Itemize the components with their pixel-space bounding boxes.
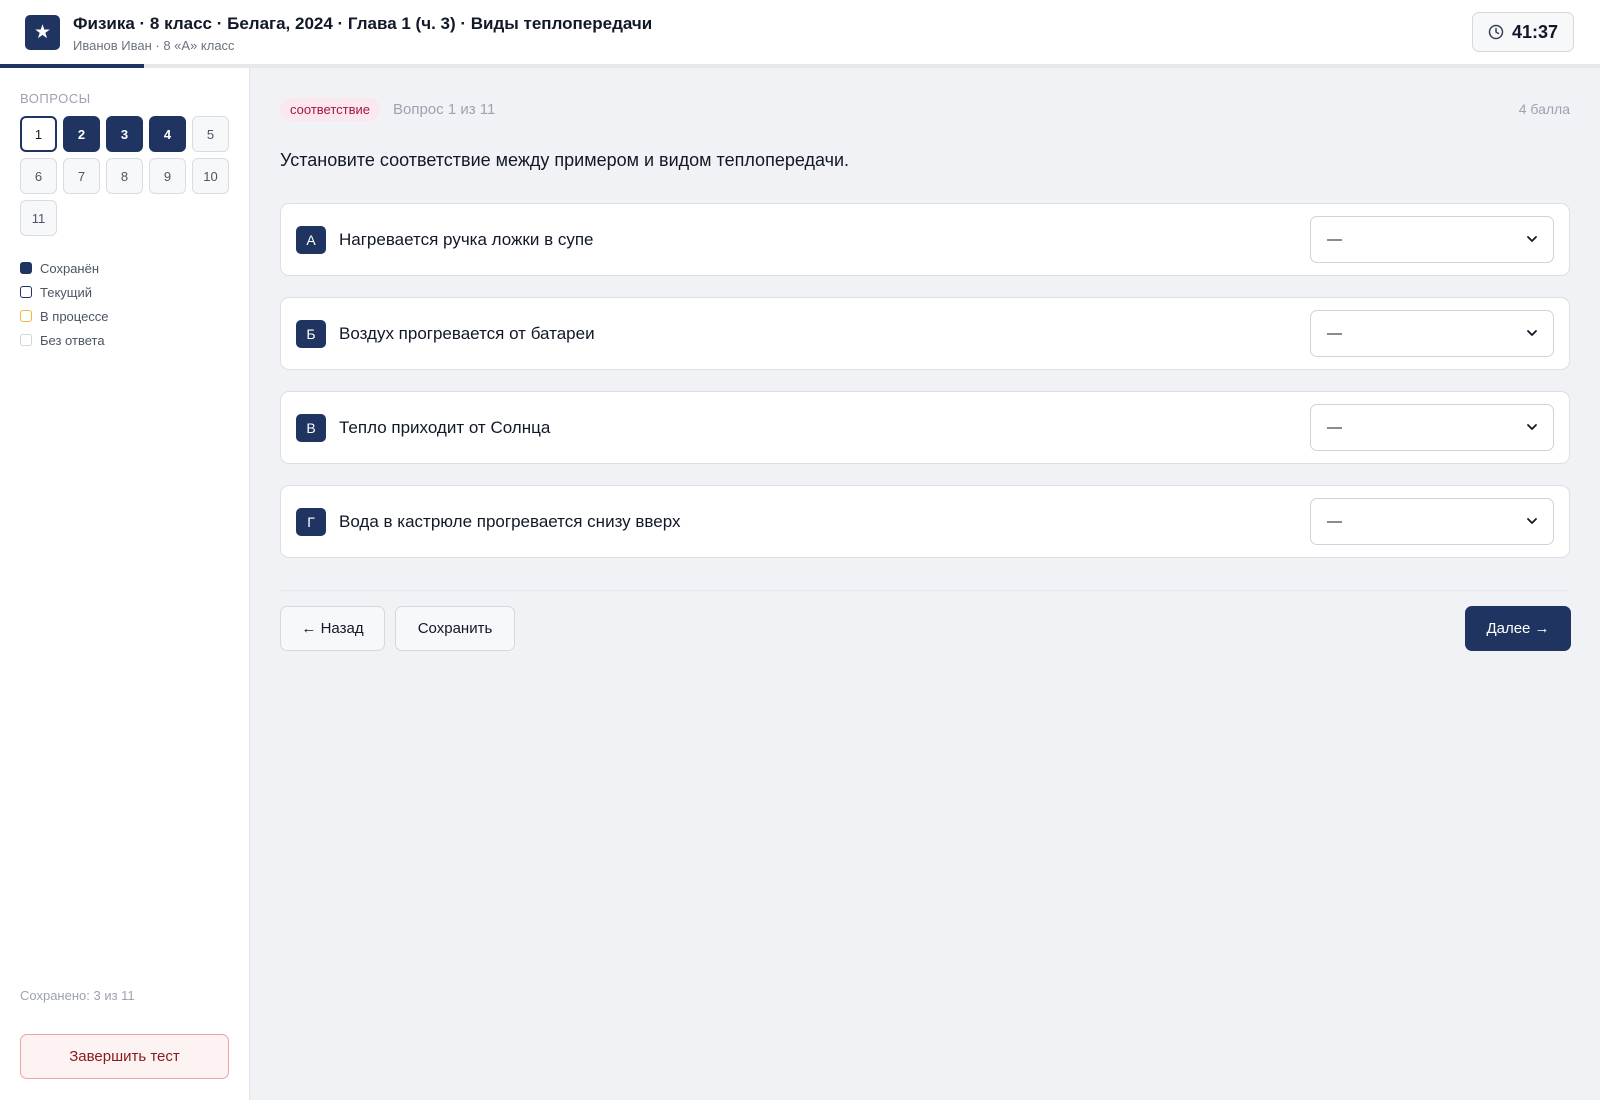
row-text: Вода в кастрюле прогревается снизу вверх [339, 512, 681, 531]
question-button-7[interactable]: 7 [63, 158, 100, 194]
sidebar: ВОПРОСЫ 1 2 3 4 5 6 7 8 9 10 11 Сохранён… [0, 68, 250, 1100]
save-button[interactable]: Сохранить [395, 606, 515, 651]
page-title: Физика · 8 класс · Белага, 2024 · Глава … [73, 14, 653, 33]
question-button-9[interactable]: 9 [149, 158, 186, 194]
legend-label: Текущий [40, 284, 92, 300]
next-button[interactable]: Далее → [1465, 606, 1571, 651]
question-button-2[interactable]: 2 [63, 116, 100, 152]
row-text: Тепло приходит от Солнца [339, 418, 551, 437]
match-select[interactable]: — [1310, 310, 1554, 357]
matching-rows: А Нагревается ручка ложки в супе — Б Воз… [280, 203, 1570, 579]
legend-item-saved: Сохранён [20, 256, 109, 280]
legend-label: Сохранён [40, 260, 100, 276]
row-letter: Б [296, 320, 326, 348]
legend-swatch [20, 334, 32, 346]
match-select[interactable]: — [1310, 498, 1554, 545]
question-button-5[interactable]: 5 [192, 116, 229, 152]
legend-item-unanswered: Без ответа [20, 328, 109, 352]
back-button[interactable]: ← Назад [280, 606, 385, 651]
finish-test-button[interactable]: Завершить тест [20, 1034, 229, 1079]
question-panel: соответствие Вопрос 1 из 11 4 балла Уста… [250, 68, 1600, 1100]
saved-count: Сохранено: 3 из 11 [20, 988, 135, 1003]
legend-item-in-progress: В процессе [20, 304, 109, 328]
legend-swatch [20, 310, 32, 322]
question-button-4[interactable]: 4 [149, 116, 186, 152]
question-button-11[interactable]: 11 [20, 200, 57, 236]
legend-swatch [20, 286, 32, 298]
row-letter: Г [296, 508, 326, 536]
matching-row: Б Воздух прогревается от батареи — [280, 297, 1570, 370]
legend-swatch [20, 262, 32, 274]
row-text: Воздух прогревается от батареи [339, 324, 595, 343]
question-button-8[interactable]: 8 [106, 158, 143, 194]
matching-row: Г Вода в кастрюле прогревается снизу вве… [280, 485, 1570, 558]
legend-label: Без ответа [40, 332, 105, 348]
legend-label: В процессе [40, 308, 109, 324]
question-button-10[interactable]: 10 [192, 158, 229, 194]
legend-item-current: Текущий [20, 280, 109, 304]
question-button-3[interactable]: 3 [106, 116, 143, 152]
status-legend: Сохранён Текущий В процессе Без ответа [20, 256, 109, 352]
student-name: Иванов Иван · 8 «А» класс [73, 38, 235, 53]
matching-row: В Тепло приходит от Солнца — [280, 391, 1570, 464]
timer-value: 41:37 [1511, 21, 1559, 42]
matching-row: А Нагревается ручка ложки в супе — [280, 203, 1570, 276]
divider [280, 590, 1570, 591]
star-icon: ★ [25, 15, 60, 50]
question-button-1[interactable]: 1 [20, 116, 57, 152]
question-nav: 1 2 3 4 5 6 7 8 9 10 11 [20, 116, 240, 236]
match-select[interactable]: — [1310, 216, 1554, 263]
questions-heading: ВОПРОСЫ [20, 91, 91, 106]
question-number: Вопрос 1 из 11 [393, 101, 496, 118]
timer: 41:37 [1472, 12, 1574, 52]
clock-icon [1488, 24, 1504, 40]
question-type-badge: соответствие [280, 98, 380, 121]
row-text: Нагревается ручка ложки в супе [339, 230, 594, 249]
question-text: Установите соответствие между примером и… [280, 150, 850, 170]
row-letter: В [296, 414, 326, 442]
header: ★ Физика · 8 класс · Белага, 2024 · Глав… [0, 0, 1600, 65]
row-letter: А [296, 226, 326, 254]
question-button-6[interactable]: 6 [20, 158, 57, 194]
match-select[interactable]: — [1310, 404, 1554, 451]
question-points: 4 балла [1518, 101, 1570, 117]
